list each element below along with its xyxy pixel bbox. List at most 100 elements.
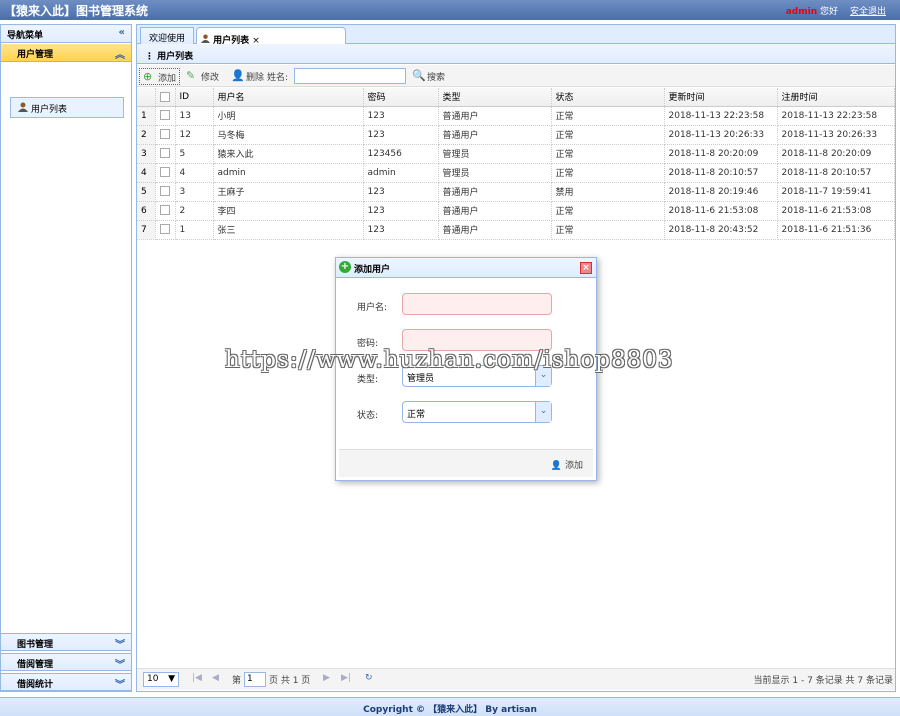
row-number: 1 [137,106,156,126]
tree-item-user-list[interactable]: 用户列表 [10,97,124,118]
column-header[interactable]: 密码 [363,88,439,107]
table-cell: 李四 [213,201,364,221]
table-cell: 1 [175,220,214,240]
refresh-icon[interactable]: ↻ [365,673,373,683]
row-number: 4 [137,163,156,183]
table-cell: 2018-11-8 20:43:52 [664,220,778,240]
row-checkbox[interactable] [159,186,170,197]
username-field[interactable] [402,293,552,315]
column-header[interactable]: 状态 [551,88,665,107]
table-cell: 正常 [551,125,665,145]
status-select[interactable]: 正常 ⌄ [402,401,552,423]
edit-button[interactable]: ✎ 修改 [183,68,222,85]
logout-link[interactable]: 安全退出 [850,4,886,17]
table-row[interactable]: 1 13 小明 123 普通用户 正常 2018-11-13 22:23:58 2018-11… [137,106,895,126]
row-checkbox[interactable] [159,205,170,216]
search-button[interactable]: 🔍 搜索 [409,68,448,85]
prev-page-icon[interactable]: ◀ [212,673,219,683]
row-select-cell [155,182,176,202]
table-cell: 123 [363,220,439,240]
table-cell: 张三 [213,220,364,240]
column-header[interactable]: 注册时间 [777,88,895,107]
chevron-down-icon[interactable]: ︾ [115,656,125,671]
table-header: ID 用户名 密码 类型 状态 更新时间 注册时间 [137,88,895,107]
row-number: 3 [137,144,156,164]
table-cell: 123 [363,182,439,202]
delete-button[interactable]: 👤 删除 [228,68,267,85]
table-cell: 123 [363,125,439,145]
first-page-icon[interactable]: |◀ [192,673,202,683]
last-page-icon[interactable]: ▶| [341,673,351,683]
row-select-cell [155,163,176,183]
nav-group-label: 借阅统计 [17,680,54,690]
collapse-left-icon[interactable]: « [119,27,125,38]
close-icon[interactable]: × [580,262,592,274]
table-cell: 正常 [551,106,665,126]
row-checkbox[interactable] [159,167,170,178]
table-row[interactable]: 5 3 王麻子 123 普通用户 禁用 2018-11-8 20:19:46 2018-11-… [137,182,895,202]
row-checkbox[interactable] [159,148,170,159]
page-size-select[interactable]: 10 ▼ [143,672,179,687]
table-cell: admin [363,163,439,183]
search-input[interactable] [294,68,406,84]
nav-group-label: 借阅管理 [17,660,54,670]
search-label: 搜索 [427,73,446,83]
row-checkbox[interactable] [159,224,170,235]
name-label: 姓名: [267,73,289,83]
nav-title: 导航菜单 [7,31,44,41]
table-cell: 管理员 [438,144,552,164]
table-cell: 2018-11-8 20:20:09 [777,144,895,164]
page-footer: Copyright © 【猿来入此】 By artisan [0,697,900,716]
list-title: 用户列表 [157,52,194,62]
column-header[interactable]: 类型 [438,88,552,107]
chevron-up-icon[interactable]: ︽ [115,46,125,61]
nav-group-borrow-management[interactable]: 借阅管理 ︾ [1,653,131,671]
nav-group-label: 图书管理 [17,640,54,650]
dialog-title: 添加用户 [354,265,391,275]
chevron-down-icon[interactable]: ︾ [115,676,125,691]
chevron-down-icon[interactable]: ︾ [115,636,125,651]
column-header[interactable]: 更新时间 [664,88,778,107]
table-cell: 123 [363,106,439,126]
select-all-cell [155,88,176,107]
table-cell: 2018-11-8 20:10:57 [777,163,895,183]
row-select-cell [155,106,176,126]
table-row[interactable]: 3 5 猿来入此 123456 管理员 正常 2018-11-8 20:20:09 2018-… [137,144,895,164]
add-button[interactable]: ⊕ 添加 [139,68,181,85]
row-checkbox[interactable] [159,110,170,121]
user-add-icon: 👤 [550,461,563,471]
table-row[interactable]: 2 12 马冬梅 123 普通用户 正常 2018-11-13 20:26:33 2018-1… [137,125,895,145]
row-number: 6 [137,201,156,221]
nav-group-user-management[interactable]: 用户管理 ︽ [1,44,131,62]
table-cell: 正常 [551,163,665,183]
column-header[interactable]: ID [175,88,214,107]
table-cell: 2018-11-13 22:23:58 [664,106,778,126]
tab-welcome[interactable]: 欢迎使用 [140,27,195,45]
user-table: ID 用户名 密码 类型 状态 更新时间 注册时间 1 13 小明 123 普通用户 正常… [137,88,895,240]
page-total: 页 共 1 页 [269,676,311,686]
table-cell: 普通用户 [438,220,552,240]
table-row[interactable]: 6 2 李四 123 普通用户 正常 2018-11-6 21:53:08 2018-11-6… [137,201,895,221]
pagination-bar: 10 ▼ |◀ ◀ 第 1 页 共 1 页 ▶ ▶| ↻ 当前显示 1 - 7 条… [137,668,895,690]
page-number-input[interactable]: 1 [244,672,266,687]
table-cell: 2018-11-8 20:19:46 [664,182,778,202]
tree-item-label: 用户列表 [31,105,68,115]
table-cell: 王麻子 [213,182,364,202]
nav-group-borrow-stats[interactable]: 借阅统计 ︾ [1,673,131,691]
username: admin [785,7,818,17]
column-header[interactable]: 用户名 [213,88,364,107]
next-page-icon[interactable]: ▶ [323,673,330,683]
row-checkbox[interactable] [159,129,170,140]
table-cell: 管理员 [438,163,552,183]
select-all-checkbox[interactable] [159,91,170,102]
table-cell: admin [213,163,364,183]
username-label: 用户名: [357,303,388,313]
dialog-add-button[interactable]: 👤 添加 [551,458,583,471]
add-icon: ⊕ [143,70,153,83]
table-cell: 正常 [551,220,665,240]
nav-group-book-management[interactable]: 图书管理 ︾ [1,633,131,651]
dialog-footer: 👤 添加 [339,449,593,477]
table-cell: 5 [175,144,214,164]
table-row[interactable]: 4 4 admin admin 管理员 正常 2018-11-8 20:10:57 2018-… [137,163,895,183]
table-row[interactable]: 7 1 张三 123 普通用户 正常 2018-11-8 20:43:52 2018-11-6… [137,220,895,240]
